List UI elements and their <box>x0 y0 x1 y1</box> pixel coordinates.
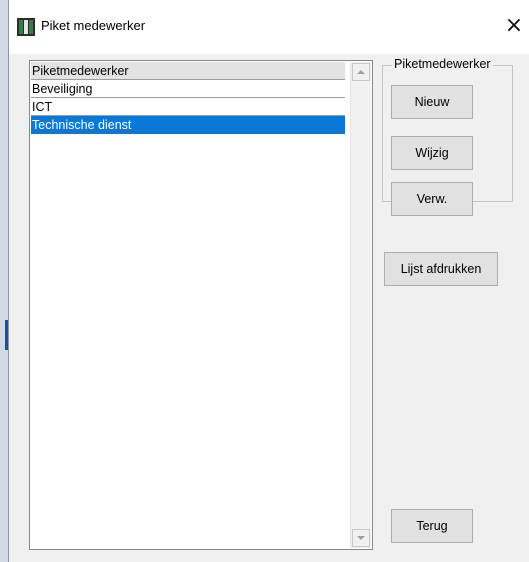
list-header: Piketmedewerker <box>31 62 345 80</box>
print-list-button[interactable]: Lijst afdrukken <box>384 252 498 286</box>
close-icon[interactable]: × <box>501 12 527 40</box>
groupbox-label: Piketmedewerker <box>392 57 493 71</box>
app-icon <box>17 18 35 36</box>
edit-button[interactable]: Wijzig <box>391 136 473 170</box>
scroll-down-button[interactable] <box>352 529 370 547</box>
delete-button[interactable]: Verw. <box>391 182 473 216</box>
back-button[interactable]: Terug <box>391 509 473 543</box>
scroll-up-button[interactable] <box>352 63 370 81</box>
new-button[interactable]: Nieuw <box>391 85 473 119</box>
chevron-up-icon <box>357 70 365 74</box>
list-rows: Piketmedewerker Beveiliging ICT Technisc… <box>31 62 345 134</box>
title-bar[interactable]: Piket medewerker × <box>9 0 529 54</box>
chevron-down-icon <box>357 536 365 540</box>
window-title: Piket medewerker <box>41 18 146 33</box>
employee-listbox[interactable]: Piketmedewerker Beveiliging ICT Technisc… <box>29 60 373 550</box>
list-item-beveiliging[interactable]: Beveiliging <box>31 80 345 98</box>
list-item-technische-dienst[interactable]: Technische dienst <box>31 116 345 134</box>
list-item-ict[interactable]: ICT <box>31 98 345 116</box>
list-scrollbar[interactable] <box>350 62 371 548</box>
window-left-border <box>0 0 9 562</box>
background-window-edge <box>5 320 8 350</box>
dialog-body: Piketmedewerker Beveiliging ICT Technisc… <box>9 54 529 562</box>
